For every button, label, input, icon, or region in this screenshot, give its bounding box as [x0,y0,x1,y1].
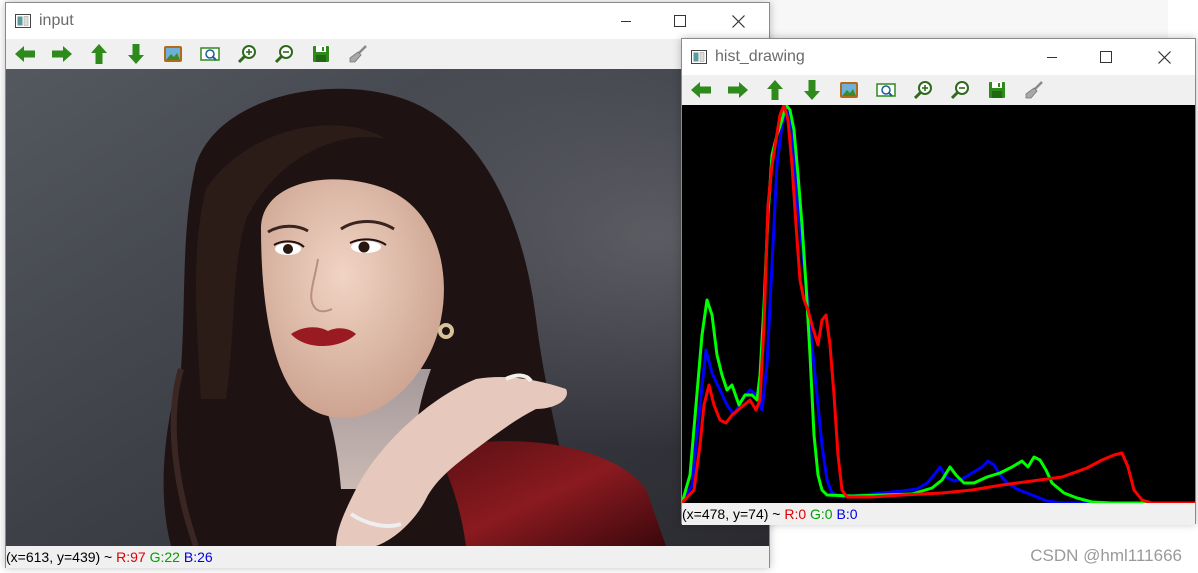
zoom-out-button[interactable] [272,43,296,65]
zoom-fit-icon [876,83,896,97]
zoom-in-icon [913,81,932,100]
arrow-right-icon [728,82,748,98]
pan-right-button[interactable] [726,79,750,101]
brush-icon [349,45,367,63]
cursor-coords: (x=478, y=74) ~ [682,506,785,522]
close-icon [731,14,745,28]
save-icon [313,46,329,62]
desktop-background-panel [770,0,1168,40]
hist-drawing-window: hist_drawing (x=478, y=74) ~ R:0 G:0 B:0 [681,38,1196,525]
pixel-blue-value: B:0 [836,506,858,522]
zoom-out-button[interactable] [948,79,972,101]
pixel-green-value: G:0 [810,506,833,522]
arrow-down-icon [128,44,144,64]
pixel-red-value: R:0 [784,506,807,522]
arrow-left-icon [15,46,35,62]
hist-statusbar: (x=478, y=74) ~ R:0 G:0 B:0 [682,503,1195,525]
cursor-coords: (x=613, y=439) ~ [6,549,117,565]
window-title: hist_drawing [715,48,805,65]
minimize-icon [1047,57,1057,58]
pan-left-button[interactable] [689,79,713,101]
zoom-in-button[interactable] [235,43,259,65]
zoom-in-button[interactable] [911,79,935,101]
pan-down-button[interactable] [124,43,148,65]
arrow-down-icon [804,80,820,100]
pixel-blue-value: B:26 [183,549,213,565]
maximize-button[interactable] [1083,39,1129,75]
portrait-photo [6,69,769,546]
properties-button[interactable] [346,43,370,65]
app-window-icon [691,50,707,64]
maximize-icon [1100,51,1112,63]
zoom-fit-button[interactable] [874,79,898,101]
save-button[interactable] [985,79,1009,101]
arrow-up-icon [91,44,107,64]
properties-button[interactable] [1022,79,1046,101]
brush-icon [1025,81,1043,99]
pan-down-button[interactable] [800,79,824,101]
close-icon [1157,50,1171,64]
arrow-up-icon [767,80,783,100]
image-icon [840,82,858,98]
save-button[interactable] [309,43,333,65]
input-window: input (x=613, y=439) ~ R:97 G:22 B:26 [5,2,770,568]
pan-up-button[interactable] [87,43,111,65]
zoom-fit-button[interactable] [198,43,222,65]
zoom-fit-icon [200,47,220,61]
image-toolbar [6,39,769,69]
arrow-left-icon [691,82,711,98]
minimize-button[interactable] [603,3,649,39]
original-size-button[interactable] [837,79,861,101]
pan-right-button[interactable] [50,43,74,65]
pan-up-button[interactable] [763,79,787,101]
save-icon [989,82,1005,98]
pan-left-button[interactable] [13,43,37,65]
maximize-icon [674,15,686,27]
maximize-button[interactable] [657,3,703,39]
image-toolbar [682,75,1195,105]
histogram-plot [682,105,1195,503]
watermark: CSDN @hml111666 [1030,546,1182,565]
input-titlebar[interactable]: input [6,3,769,39]
pixel-red-value: R:97 [116,549,146,565]
arrow-right-icon [52,46,72,62]
zoom-out-icon [274,45,293,64]
app-window-icon [15,14,31,28]
close-button[interactable] [715,3,761,39]
original-size-button[interactable] [161,43,185,65]
histogram-canvas[interactable] [682,105,1195,503]
pixel-green-value: G:22 [149,549,180,565]
hist-titlebar[interactable]: hist_drawing [682,39,1195,75]
input-statusbar: (x=613, y=439) ~ R:97 G:22 B:26 [6,546,769,568]
zoom-in-icon [237,45,256,64]
minimize-button[interactable] [1029,39,1075,75]
minimize-icon [621,21,631,22]
zoom-out-icon [950,81,969,100]
window-title: input [39,12,74,29]
image-icon [164,46,182,62]
input-image-canvas[interactable] [6,69,769,546]
close-button[interactable] [1141,39,1187,75]
